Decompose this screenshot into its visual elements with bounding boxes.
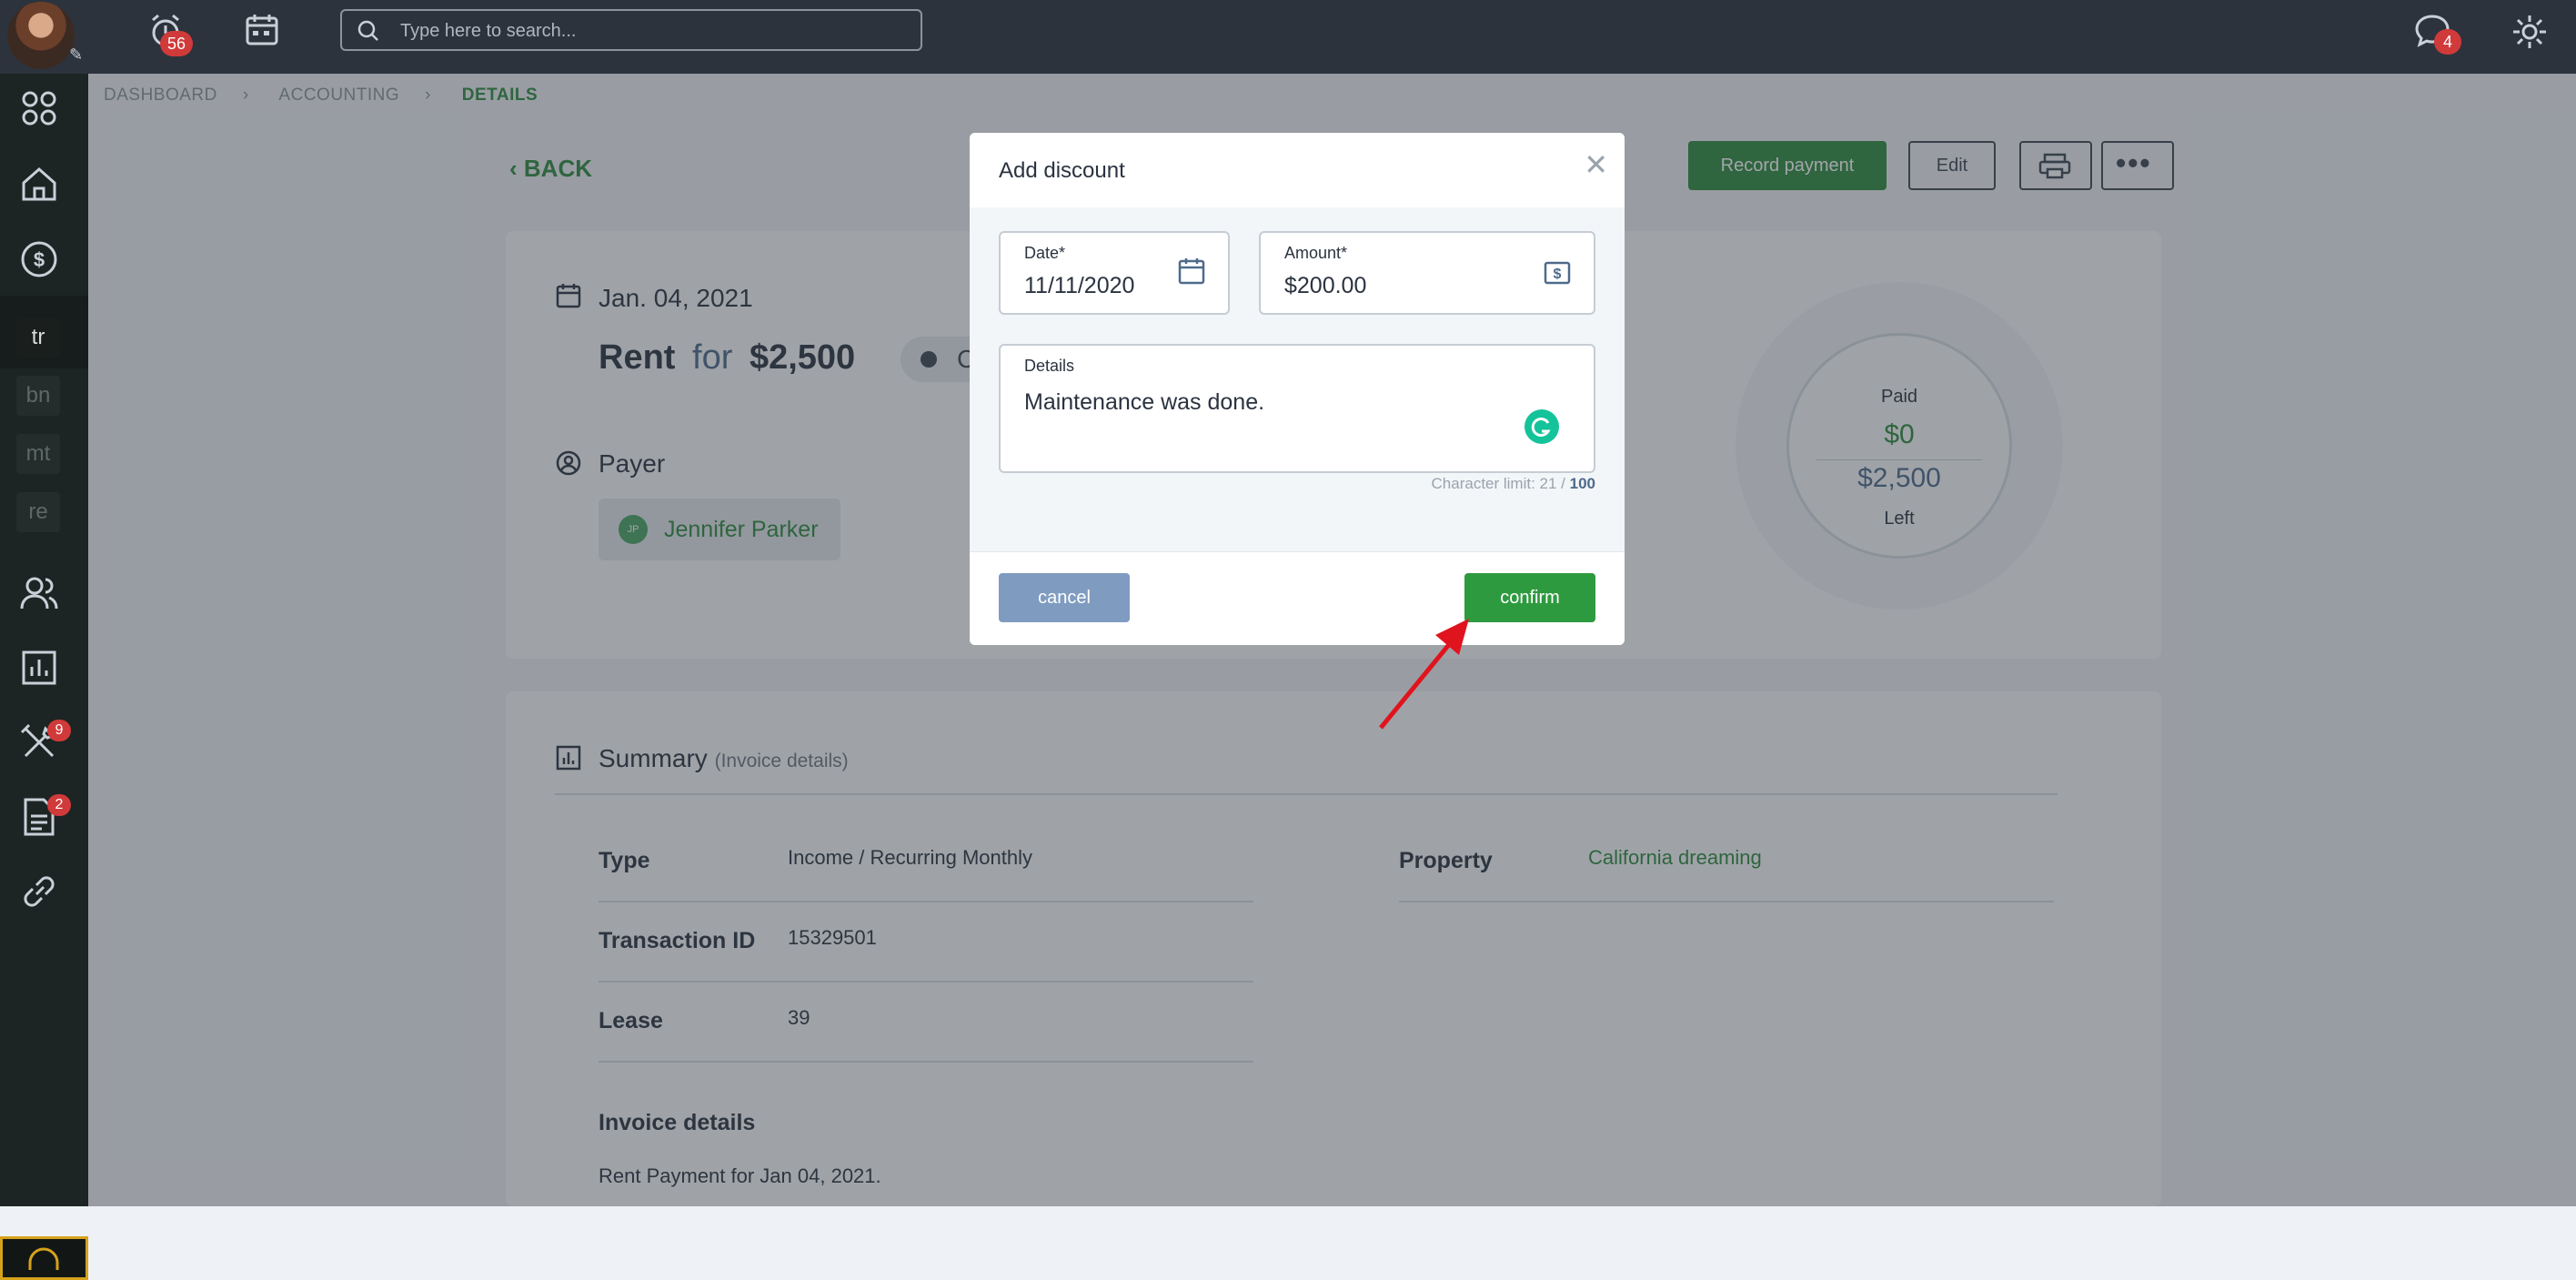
money-icon: $ bbox=[1544, 261, 1571, 285]
calendar-icon[interactable] bbox=[242, 11, 284, 53]
date-label: Date* bbox=[1024, 244, 1066, 262]
dollar-icon[interactable]: $ bbox=[18, 238, 60, 280]
svg-text:$: $ bbox=[34, 248, 45, 271]
close-icon[interactable]: ✕ bbox=[1584, 147, 1608, 182]
details-value: Maintenance was done. bbox=[1024, 389, 1265, 415]
sidebar-box-bn[interactable]: bn bbox=[16, 376, 60, 416]
modal-title: Add discount bbox=[999, 158, 1125, 183]
add-discount-modal: Add discount ✕ Date* 11/11/2020 Amount* … bbox=[970, 133, 1625, 645]
modal-header: Add discount ✕ bbox=[970, 133, 1625, 207]
grid-icon[interactable] bbox=[18, 87, 60, 129]
date-field[interactable]: Date* 11/11/2020 bbox=[999, 231, 1230, 315]
docs-badge: 2 bbox=[47, 794, 71, 816]
svg-text:$: $ bbox=[1554, 267, 1562, 282]
messages-badge: 4 bbox=[2434, 29, 2461, 55]
cancel-button[interactable]: cancel bbox=[999, 573, 1130, 622]
calendar-picker-icon[interactable] bbox=[1177, 257, 1206, 286]
messages-icon[interactable]: 4 bbox=[2412, 11, 2461, 55]
amount-value: $200.00 bbox=[1284, 273, 1367, 298]
search-icon bbox=[357, 20, 378, 41]
top-bar: ✎ 56 4 bbox=[0, 0, 2576, 74]
details-textarea[interactable]: Details Maintenance was done. bbox=[999, 344, 1595, 473]
details-label: Details bbox=[1024, 357, 1075, 375]
reports-icon[interactable] bbox=[18, 647, 60, 689]
search-box[interactable] bbox=[340, 9, 922, 51]
sidebar-box-mt[interactable]: mt bbox=[16, 434, 60, 474]
character-limit: Character limit: 21 / 100 bbox=[1432, 475, 1595, 493]
people-icon[interactable] bbox=[18, 572, 60, 614]
notifications-badge: 56 bbox=[160, 31, 194, 56]
char-limit-max: 100 bbox=[1569, 475, 1595, 492]
sidebar-box-tr[interactable]: tr bbox=[16, 317, 60, 358]
red-arrow-annotation bbox=[1379, 619, 1469, 730]
link-icon[interactable] bbox=[18, 871, 60, 912]
tools-icon[interactable]: 9 bbox=[18, 720, 71, 763]
gear-icon[interactable] bbox=[2509, 11, 2551, 53]
search-input[interactable] bbox=[398, 18, 911, 44]
pin-icon: ✎ bbox=[69, 45, 84, 64]
tools-badge: 9 bbox=[47, 720, 71, 741]
support-icon[interactable] bbox=[0, 1236, 88, 1280]
user-avatar[interactable] bbox=[7, 2, 75, 69]
sidebar-box-re[interactable]: re bbox=[16, 492, 60, 532]
amount-label: Amount* bbox=[1284, 244, 1348, 262]
document-icon[interactable]: 2 bbox=[18, 794, 71, 838]
date-value: 11/11/2020 bbox=[1024, 273, 1135, 298]
amount-field[interactable]: Amount* $200.00 $ bbox=[1259, 231, 1595, 315]
sidebar: $ tr bn mt re 9 2 bbox=[0, 74, 88, 1280]
grammarly-icon[interactable] bbox=[1524, 409, 1559, 444]
char-limit-text: Character limit: 21 / bbox=[1431, 475, 1570, 492]
home-icon[interactable] bbox=[18, 163, 60, 205]
alarm-icon[interactable]: 56 bbox=[146, 11, 194, 56]
